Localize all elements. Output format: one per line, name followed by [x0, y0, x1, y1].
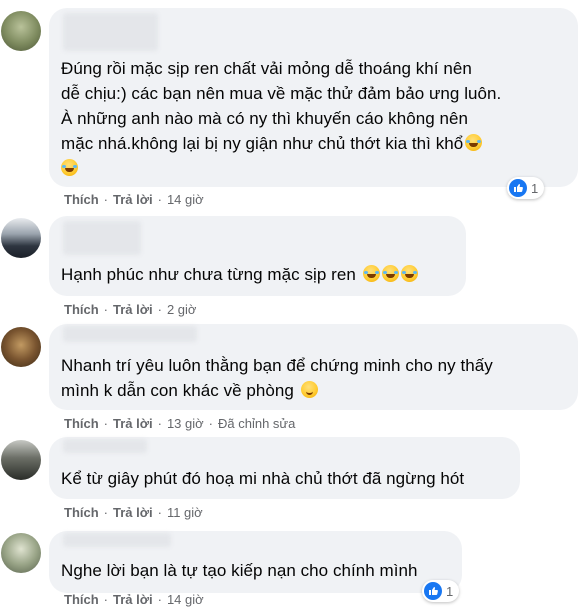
reaction-summary[interactable]: 1: [422, 580, 460, 602]
timestamp[interactable]: 13 giờ: [167, 416, 204, 431]
timestamp[interactable]: 2 giờ: [167, 302, 197, 317]
comment-actions: Thích · Trả lời · 14 giờ: [64, 192, 204, 207]
comment-text-line: À những anh nào mà có ny thì khuyến cáo …: [61, 109, 469, 128]
comment-actions: Thích · Trả lời · 2 giờ: [64, 302, 197, 317]
like-reaction-icon: [424, 582, 442, 600]
commenter-name[interactable]: [63, 13, 158, 51]
comment-text-line: dễ chịu:) các bạn nên mua về mặc thử đảm…: [61, 84, 502, 103]
comment-text-line: mặc nhá.không lại bị ny giận như chủ thớ…: [61, 131, 483, 156]
comment-text-line: Đúng rồi mặc sịp ren chất vải mỏng dễ th…: [61, 59, 472, 78]
like-reaction-icon: [509, 179, 527, 197]
reaction-summary[interactable]: 1: [507, 177, 545, 199]
comment-actions: Thích · Trả lời · 13 giờ · Đã chỉnh sửa: [64, 416, 296, 431]
comment-text-line: Nghe lời bạn là tự tạo kiếp nạn cho chín…: [61, 561, 418, 580]
laughing-emoji-icon: [400, 265, 418, 282]
avatar[interactable]: [1, 11, 41, 51]
smile-emoji-icon: [300, 381, 318, 398]
commenter-name[interactable]: [63, 326, 197, 342]
like-button[interactable]: Thích: [64, 592, 99, 607]
comment-actions: Thích · Trả lời · 14 giờ: [64, 592, 204, 607]
like-button[interactable]: Thích: [64, 192, 99, 207]
like-button[interactable]: Thích: [64, 416, 99, 431]
comment-actions: Thích · Trả lời · 11 giờ: [64, 505, 203, 520]
avatar[interactable]: [1, 533, 41, 573]
comment-text-line: Nhanh trí yêu luôn thằng bạn để chứng mi…: [61, 356, 493, 375]
avatar[interactable]: [1, 327, 41, 367]
timestamp[interactable]: 14 giờ: [167, 192, 204, 207]
reply-button[interactable]: Trả lời: [113, 592, 153, 607]
reply-button[interactable]: Trả lời: [113, 416, 153, 431]
timestamp[interactable]: 14 giờ: [167, 592, 204, 607]
edited-label: Đã chỉnh sửa: [218, 416, 296, 431]
commenter-name[interactable]: [63, 221, 141, 255]
comment-bubble: Nghe lời bạn là tự tạo kiếp nạn cho chín…: [49, 531, 462, 593]
comment-text-line: mình k dẫn con khác về phòng: [61, 378, 318, 403]
laughing-emoji-icon: [362, 265, 380, 282]
comment-bubble: Đúng rồi mặc sịp ren chất vải mỏng dễ th…: [49, 8, 578, 187]
laughing-emoji-icon: [465, 134, 483, 151]
reaction-count: 1: [531, 180, 539, 196]
reply-button[interactable]: Trả lời: [113, 302, 153, 317]
avatar[interactable]: [1, 440, 41, 480]
like-button[interactable]: Thích: [64, 302, 99, 317]
laughing-emoji-icon: [61, 159, 78, 176]
reply-button[interactable]: Trả lời: [113, 192, 153, 207]
comment-bubble: Kể từ giây phút đó hoạ mi nhà chủ thớt đ…: [49, 437, 520, 499]
reaction-count: 1: [446, 583, 454, 599]
comment-text-line: [61, 156, 78, 181]
reply-button[interactable]: Trả lời: [113, 505, 153, 520]
laughing-emoji-icon: [381, 265, 399, 282]
like-button[interactable]: Thích: [64, 505, 99, 520]
avatar[interactable]: [1, 218, 41, 258]
comment-text-line: Hạnh phúc như chưa từng mặc sịp ren: [61, 262, 418, 287]
comment-text-line: Kể từ giây phút đó hoạ mi nhà chủ thớt đ…: [61, 469, 465, 488]
timestamp[interactable]: 11 giờ: [167, 505, 203, 520]
commenter-name[interactable]: [63, 439, 147, 453]
commenter-name[interactable]: [63, 533, 171, 547]
comment-bubble: Hạnh phúc như chưa từng mặc sịp ren: [49, 216, 466, 296]
comment-bubble: Nhanh trí yêu luôn thằng bạn để chứng mi…: [49, 324, 578, 410]
